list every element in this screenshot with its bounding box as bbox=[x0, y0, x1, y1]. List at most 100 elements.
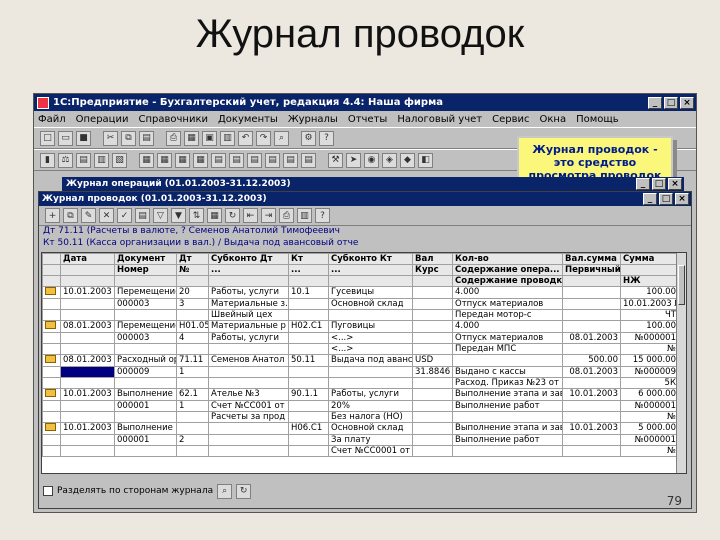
col-header[interactable]: Номер bbox=[114, 264, 177, 276]
table-row[interactable]: 000009 1 31.8846 Выдано с кассы 08.01.2003 №0… bbox=[42, 366, 679, 378]
table-cell[interactable]: 10.1 bbox=[288, 286, 329, 299]
maximize-icon[interactable]: □ bbox=[659, 193, 673, 205]
report5-icon[interactable]: ▤ bbox=[283, 152, 298, 168]
table-cell[interactable] bbox=[208, 434, 289, 446]
cut-icon[interactable]: ✂ bbox=[103, 130, 118, 146]
table-cell[interactable]: 6 000.00 bbox=[620, 388, 679, 401]
col-header[interactable]: № bbox=[176, 264, 209, 276]
col-header[interactable]: Сумма bbox=[620, 253, 679, 265]
table-cell[interactable]: <...> bbox=[328, 343, 413, 355]
tree-icon[interactable]: ▥ bbox=[297, 208, 312, 223]
table-cell[interactable]: 10.01.2003 bbox=[60, 388, 115, 401]
journal-icon[interactable]: ▦ bbox=[139, 152, 154, 168]
report6-icon[interactable]: ▤ bbox=[301, 152, 316, 168]
table-cell[interactable]: 000001 bbox=[114, 400, 177, 412]
table-cell[interactable]: Выдано с кассы bbox=[452, 366, 563, 378]
table-cell[interactable] bbox=[208, 445, 289, 457]
table-cell[interactable]: Передан мотор-с bbox=[452, 309, 563, 321]
paste-icon[interactable]: ▤ bbox=[139, 130, 154, 146]
col-header[interactable] bbox=[60, 275, 115, 287]
table-cell[interactable] bbox=[412, 343, 453, 355]
menu-operations[interactable]: Операции bbox=[76, 114, 129, 125]
table-cell[interactable] bbox=[288, 400, 329, 412]
maximize-icon[interactable]: □ bbox=[652, 178, 666, 190]
sort-icon[interactable]: ⇅ bbox=[189, 208, 204, 223]
row-marker-cell[interactable] bbox=[42, 298, 61, 310]
table-cell[interactable] bbox=[328, 366, 413, 378]
table-row[interactable]: 10.01.2003 Перемещение 20 Работы, услуги 10.… bbox=[42, 286, 679, 299]
table-cell[interactable]: Выполнение работ bbox=[452, 400, 563, 412]
table-cell[interactable] bbox=[176, 411, 209, 423]
refresh-icon[interactable]: ↻ bbox=[225, 208, 240, 223]
interval-icon[interactable]: ▦ bbox=[207, 208, 222, 223]
table-cell[interactable]: 10.01.2003 bbox=[60, 422, 115, 435]
table-cell[interactable]: 000003 bbox=[114, 332, 177, 344]
journal4-icon[interactable]: ▦ bbox=[193, 152, 208, 168]
table-cell[interactable] bbox=[562, 320, 621, 333]
table-cell[interactable] bbox=[114, 377, 177, 389]
vertical-scrollbar[interactable] bbox=[676, 253, 686, 473]
row-marker-cell[interactable] bbox=[42, 445, 61, 457]
col-header[interactable]: Вал bbox=[412, 253, 453, 265]
table-cell[interactable] bbox=[60, 366, 115, 378]
col-header[interactable]: Кол-во bbox=[452, 253, 563, 265]
globe-icon[interactable]: ◉ bbox=[364, 152, 379, 168]
close-icon[interactable]: × bbox=[675, 193, 689, 205]
table-cell[interactable] bbox=[452, 445, 563, 457]
table-cell[interactable] bbox=[562, 309, 621, 321]
table-cell[interactable] bbox=[412, 320, 453, 333]
table-cell[interactable]: Выдача под авансов bbox=[328, 354, 413, 367]
postings-window-titlebar[interactable]: Журнал проводок (01.01.2003-31.12.2003) … bbox=[39, 192, 691, 206]
find-icon[interactable]: ⌕ bbox=[274, 130, 289, 146]
balance-icon[interactable]: ⚖ bbox=[58, 152, 73, 168]
table-cell[interactable] bbox=[412, 400, 453, 412]
table-cell[interactable]: 3 bbox=[176, 298, 209, 310]
table-cell[interactable]: Работы, услуги bbox=[208, 332, 289, 344]
table-cell[interactable]: 1 bbox=[176, 366, 209, 378]
col-header[interactable]: ... bbox=[288, 264, 329, 276]
table-cell[interactable]: 15 000.00 bbox=[620, 354, 679, 367]
minimize-icon[interactable]: _ bbox=[636, 178, 650, 190]
table-cell[interactable] bbox=[288, 377, 329, 389]
col-header[interactable] bbox=[328, 275, 413, 287]
table-cell[interactable]: Расход. Приказ №23 от 08.01.2003 bbox=[452, 377, 563, 389]
edit-icon[interactable]: ✎ bbox=[81, 208, 96, 223]
table-cell[interactable]: Ателье №3 bbox=[208, 388, 289, 401]
table-cell[interactable] bbox=[60, 445, 115, 457]
table-cell[interactable]: 1 bbox=[176, 400, 209, 412]
table-cell[interactable]: Работы, услуги bbox=[208, 286, 289, 299]
table-row[interactable]: Швейный цех Передан мотор-с ЧТ bbox=[42, 309, 679, 321]
col-header[interactable]: Курс bbox=[412, 264, 453, 276]
table-cell[interactable] bbox=[288, 434, 329, 446]
table-cell[interactable] bbox=[412, 309, 453, 321]
journal2-icon[interactable]: ▦ bbox=[157, 152, 172, 168]
table-cell[interactable] bbox=[412, 332, 453, 344]
table-cell[interactable]: 10.01.2003 bbox=[60, 286, 115, 299]
table-cell[interactable] bbox=[328, 309, 413, 321]
table-cell[interactable]: Основной склад bbox=[328, 422, 413, 435]
table-cell[interactable]: Передан МПС bbox=[452, 343, 563, 355]
table-cell[interactable]: Счет №СС0001 от bbox=[328, 445, 413, 457]
table-cell[interactable]: Н01.05 bbox=[176, 320, 209, 333]
col-header[interactable] bbox=[562, 275, 621, 287]
maximize-icon[interactable]: □ bbox=[664, 96, 678, 109]
table-cell[interactable] bbox=[60, 400, 115, 412]
col-header[interactable]: Вал.сумма bbox=[562, 253, 621, 265]
row-marker-cell[interactable] bbox=[42, 309, 61, 321]
doc3-icon[interactable]: ▧ bbox=[112, 152, 127, 168]
table-cell[interactable] bbox=[412, 434, 453, 446]
open-doc-icon[interactable]: ▤ bbox=[135, 208, 150, 223]
tool3-icon[interactable]: ◆ bbox=[400, 152, 415, 168]
col-header[interactable] bbox=[42, 275, 61, 287]
table-cell[interactable]: 20% bbox=[328, 400, 413, 412]
table-cell[interactable]: Н06.С1 bbox=[288, 422, 329, 435]
table-cell[interactable]: Семенов Анатол bbox=[208, 354, 289, 367]
table-cell[interactable] bbox=[452, 411, 563, 423]
col-header[interactable] bbox=[208, 275, 289, 287]
close-icon[interactable]: × bbox=[680, 96, 694, 109]
table-cell[interactable]: 000009 bbox=[114, 366, 177, 378]
col-header[interactable]: Содержание проводки bbox=[452, 275, 563, 287]
table-cell[interactable] bbox=[176, 343, 209, 355]
table-cell[interactable]: 100.00 bbox=[620, 286, 679, 299]
col-header[interactable]: ... bbox=[328, 264, 413, 276]
